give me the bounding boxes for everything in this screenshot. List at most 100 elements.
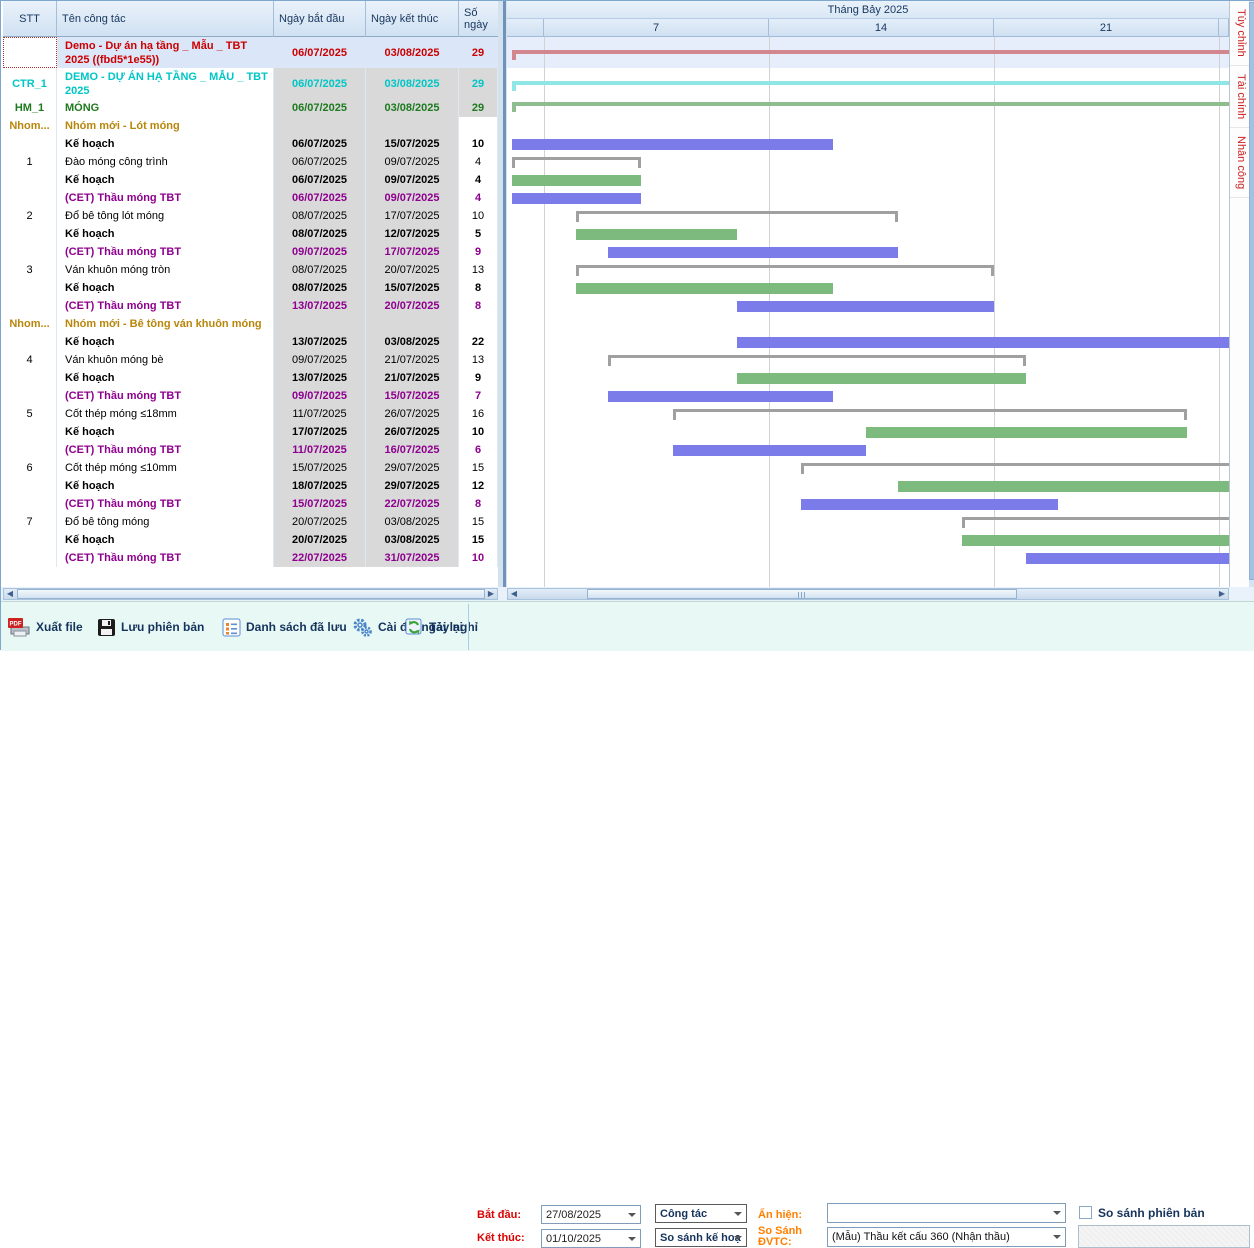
table-row[interactable]: (CET) Thầu móng TBT15/07/202522/07/20258 [3,495,498,513]
gantt-baseline-bar[interactable] [608,247,897,258]
gantt-baseline-bar[interactable] [737,301,994,312]
cell-days: 8 [459,495,498,513]
reload-button[interactable]: Tải lại [405,610,463,644]
table-row[interactable]: Kế hoạch20/07/202503/08/202515 [3,531,498,549]
table-row[interactable]: Kế hoạch18/07/202529/07/202512 [3,477,498,495]
cell-start: 09/07/2025 [274,351,366,369]
gantt-hscrollbar-thumb[interactable] [587,589,1017,599]
end-date-select[interactable]: 01/10/2025 [541,1229,641,1248]
table-row[interactable]: 7Đổ bê tông móng20/07/202503/08/202515 [3,513,498,531]
gantt-task-bracket[interactable] [576,265,994,276]
table-row[interactable]: 5Cốt thép móng ≤18mm11/07/202526/07/2025… [3,405,498,423]
gantt-plan-bar[interactable] [576,229,737,240]
gantt-task-bracket[interactable] [608,355,1026,366]
side-tab-3[interactable]: Nhân công [1230,128,1250,198]
table-row[interactable]: 1Đào móng công trình06/07/202509/07/2025… [3,153,498,171]
gantt-task-bracket[interactable] [512,157,641,168]
gantt-task-bracket[interactable] [673,409,1187,420]
gantt-summary-bar[interactable] [512,102,1229,106]
table-row[interactable]: Kế hoạch17/07/202526/07/202510 [3,423,498,441]
gantt-week-tick: 21 [994,19,1219,37]
gantt-plan-bar[interactable] [866,427,1187,438]
cell-days: 7 [459,387,498,405]
col-header-start[interactable]: Ngày bắt đầu [274,1,366,37]
gantt-baseline-bar[interactable] [512,193,641,204]
col-header-stt[interactable]: STT [3,1,57,37]
table-row[interactable]: CTR_1DEMO - DỰ ÁN HẠ TẦNG _ MẪU _ TBT 20… [3,68,498,99]
table-row[interactable]: 2Đổ bê tông lót móng08/07/202517/07/2025… [3,207,498,225]
gantt-baseline-bar[interactable] [737,337,1229,348]
gantt-plan-bar[interactable] [576,283,833,294]
table-row[interactable]: Kế hoạch06/07/202515/07/202510 [3,135,498,153]
scroll-right-icon[interactable]: ▶ [485,589,497,599]
visibility-select[interactable] [827,1203,1066,1223]
col-header-name[interactable]: Tên công tác [57,1,274,37]
gantt-plan-bar[interactable] [737,373,1026,384]
gantt-summary-bar[interactable] [512,81,1229,85]
table-hscrollbar[interactable]: ◀ ▶ [3,588,498,600]
table-row[interactable]: (CET) Thầu móng TBT09/07/202517/07/20259 [3,243,498,261]
col-header-end[interactable]: Ngày kết thúc [366,1,459,37]
side-tab-1[interactable]: Tùy chỉnh [1230,1,1250,66]
table-row[interactable]: Kế hoạch13/07/202503/08/202522 [3,333,498,351]
gantt-hscrollbar[interactable]: ◀ ▶ [507,588,1229,600]
table-row[interactable]: 4Ván khuôn móng bè09/07/202521/07/202513 [3,351,498,369]
gantt-plan-bar[interactable] [898,481,1229,492]
gantt-task-bracket[interactable] [576,211,897,222]
reload-icon [405,618,424,637]
save-version-button[interactable]: Lưu phiên bản [97,610,204,644]
gears-icon [352,618,373,637]
saved-list-button[interactable]: Danh sách đã lưu [222,610,347,644]
table-row[interactable]: 3Ván khuôn móng tròn08/07/202520/07/2025… [3,261,498,279]
table-row[interactable]: (CET) Thầu móng TBT09/07/202515/07/20257 [3,387,498,405]
scroll-left-icon[interactable]: ◀ [4,589,16,599]
export-file-button[interactable]: PDF Xuất file [8,610,83,644]
cell-start: 20/07/2025 [274,531,366,549]
gantt-baseline-bar[interactable] [512,139,833,150]
cell-name: Demo - Dự án hạ tầng _ Mẫu _ TBT 2025 ((… [57,37,274,68]
cell-end: 29/07/2025 [366,459,459,477]
col-header-days[interactable]: Số ngày [459,1,498,37]
gantt-plan-bar[interactable] [962,535,1229,546]
cell-days: 9 [459,369,498,387]
gantt-baseline-bar[interactable] [801,499,1058,510]
cell-end: 21/07/2025 [366,351,459,369]
table-row[interactable]: Kế hoạch08/07/202512/07/20255 [3,225,498,243]
cell-stt: CTR_1 [3,68,57,99]
scroll-left-icon[interactable]: ◀ [508,589,520,599]
scroll-right-icon[interactable]: ▶ [1216,589,1228,599]
cell-start: 13/07/2025 [274,297,366,315]
table-row[interactable]: (CET) Thầu móng TBT06/07/202509/07/20254 [3,189,498,207]
table-row[interactable]: (CET) Thầu móng TBT13/07/202520/07/20258 [3,297,498,315]
vertical-scrollbar-thumb[interactable] [1249,2,1254,580]
version-compare-checkbox[interactable] [1079,1206,1092,1219]
table-row[interactable]: 6Cốt thép móng ≤10mm15/07/202529/07/2025… [3,459,498,477]
table-row[interactable]: (CET) Thầu móng TBT11/07/202516/07/20256 [3,441,498,459]
gantt-week-tick [1219,19,1229,37]
side-tab-2[interactable]: Tài chính [1230,66,1250,128]
table-row[interactable]: (CET) Thầu móng TBT22/07/202531/07/20251… [3,549,498,567]
table-row[interactable]: Kế hoạch06/07/202509/07/20254 [3,171,498,189]
chevron-down-icon [734,1236,742,1240]
table-row[interactable]: Nhom...Nhóm mới - Bê tông ván khuôn móng [3,315,498,333]
table-row[interactable]: Demo - Dự án hạ tầng _ Mẫu _ TBT 2025 ((… [3,37,498,68]
table-row[interactable]: HM_1MÓNG06/07/202503/08/202529 [3,99,498,117]
gantt-task-bracket[interactable] [962,517,1229,528]
table-row[interactable]: Kế hoạch08/07/202515/07/20258 [3,279,498,297]
gantt-plan-bar[interactable] [512,175,641,186]
gantt-baseline-bar[interactable] [608,391,833,402]
table-row[interactable]: Kế hoạch13/07/202521/07/20259 [3,369,498,387]
vertical-scrollbar[interactable] [1249,1,1254,587]
table-hscrollbar-thumb[interactable] [17,589,485,599]
gantt-baseline-bar[interactable] [673,445,866,456]
start-date-select[interactable]: 27/08/2025 [541,1205,641,1224]
compare-dvtc-select[interactable]: (Mẫu) Thầu kết cấu 360 (Nhận thầu) [827,1227,1066,1247]
compare-plan-select[interactable]: So sánh kế hoạ [655,1228,747,1247]
table-row[interactable]: Nhom...Nhóm mới - Lót móng [3,117,498,135]
gantt-task-bracket[interactable] [801,463,1229,474]
cell-end: 20/07/2025 [366,297,459,315]
task-type-select[interactable]: Công tác [655,1204,747,1223]
gantt-summary-bar[interactable] [512,50,1229,54]
gantt-baseline-bar[interactable] [1026,553,1229,564]
table-gantt-splitter[interactable] [498,1,507,601]
